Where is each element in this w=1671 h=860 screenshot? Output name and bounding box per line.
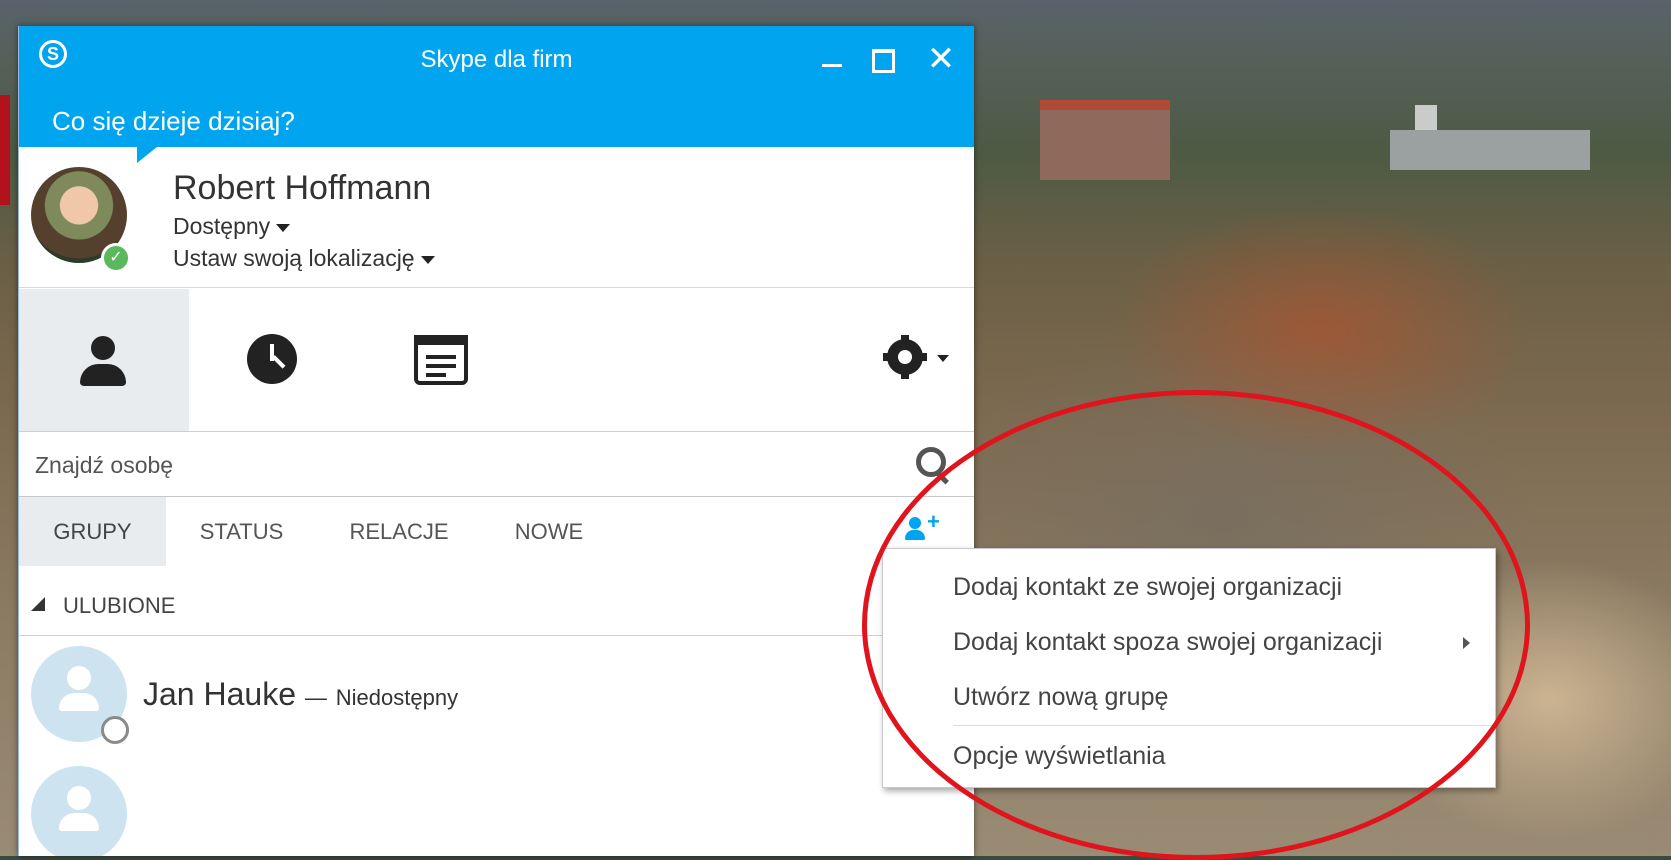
title-bar[interactable]: S Skype dla firm ✕ Co się dzieje dzisiaj… xyxy=(19,26,974,147)
menu-item-add-external-contact[interactable]: Dodaj kontakt spoza swojej organizacji xyxy=(883,614,1495,670)
menu-item-label: Opcje wyświetlania xyxy=(953,742,1166,770)
status-label: Dostępny xyxy=(173,213,271,239)
filter-new[interactable]: NOWE xyxy=(499,497,599,566)
search-icon[interactable] xyxy=(916,447,950,485)
menu-item-display-options[interactable]: Opcje wyświetlania xyxy=(883,728,1495,784)
calendar-icon xyxy=(414,335,468,385)
group-label: ULUBIONE xyxy=(63,593,176,618)
submenu-arrow-icon xyxy=(1463,637,1470,649)
menu-item-label: Utwórz nową grupę xyxy=(953,683,1169,711)
add-contact-menu: Dodaj kontakt ze swojej organizacji Doda… xyxy=(882,548,1496,788)
caret-down-icon xyxy=(420,255,435,264)
collapse-triangle-icon xyxy=(31,597,45,611)
menu-item-label: Dodaj kontakt ze swojej organizacji xyxy=(953,573,1343,601)
menu-item-create-group[interactable]: Utwórz nową grupę xyxy=(883,669,1495,725)
location-dropdown[interactable]: Ustaw swoją lokalizację xyxy=(173,245,435,272)
main-tabs xyxy=(19,289,974,432)
contact-name: Jan Hauke xyxy=(143,676,296,712)
filter-status[interactable]: STATUS xyxy=(184,497,299,566)
presence-offline-icon xyxy=(101,716,129,744)
profile-header: ✓ Robert Hoffmann Dostępny Ustaw swoją l… xyxy=(19,147,974,288)
list-item[interactable]: Jan Hauke — Niedostępny xyxy=(19,636,974,756)
tab-contacts[interactable] xyxy=(19,289,189,431)
minimize-button[interactable] xyxy=(812,40,850,78)
group-header-favorites[interactable]: ULUBIONE xyxy=(19,579,974,636)
menu-item-label: Dodaj kontakt spoza swojej organizacji xyxy=(953,628,1383,656)
add-contact-icon[interactable]: + xyxy=(905,509,945,545)
note-bubble-tail xyxy=(137,147,157,163)
location-label: Ustaw swoją lokalizację xyxy=(173,245,415,271)
filter-relations[interactable]: RELACJE xyxy=(334,497,464,566)
search-input[interactable] xyxy=(33,442,897,488)
clock-icon xyxy=(247,334,297,384)
whats-happening-note[interactable]: Co się dzieje dzisiaj? xyxy=(52,106,295,137)
profile-name: Robert Hoffmann xyxy=(173,169,432,207)
list-item[interactable] xyxy=(19,756,974,856)
search-bar xyxy=(19,432,974,497)
tab-conversations[interactable] xyxy=(189,289,359,431)
maximize-button[interactable] xyxy=(862,40,900,78)
background-window-edge xyxy=(0,95,10,205)
menu-divider xyxy=(953,725,1493,726)
tab-meetings[interactable] xyxy=(359,289,529,431)
contact-separator: — xyxy=(304,685,327,710)
menu-item-add-internal-contact[interactable]: Dodaj kontakt ze swojej organizacji xyxy=(883,559,1495,615)
status-dropdown[interactable]: Dostępny xyxy=(173,213,291,240)
contact-name-line[interactable]: Jan Hauke — Niedostępny xyxy=(143,676,458,713)
contact-avatar-icon[interactable] xyxy=(31,766,127,856)
filter-tabs: GRUPY STATUS RELACJE NOWE + xyxy=(19,497,974,566)
caret-down-icon xyxy=(937,355,949,362)
contact-status: Niedostępny xyxy=(335,685,459,710)
caret-down-icon xyxy=(276,223,291,232)
background-house xyxy=(1040,100,1170,180)
options-gear-button[interactable] xyxy=(883,335,957,379)
close-button[interactable]: ✕ xyxy=(922,40,960,78)
skype-window: S Skype dla firm ✕ Co się dzieje dzisiaj… xyxy=(18,26,974,856)
filter-groups[interactable]: GRUPY xyxy=(19,497,166,566)
gear-icon-body xyxy=(887,339,923,375)
background-building xyxy=(1390,130,1590,170)
presence-available-icon: ✓ xyxy=(101,243,131,273)
